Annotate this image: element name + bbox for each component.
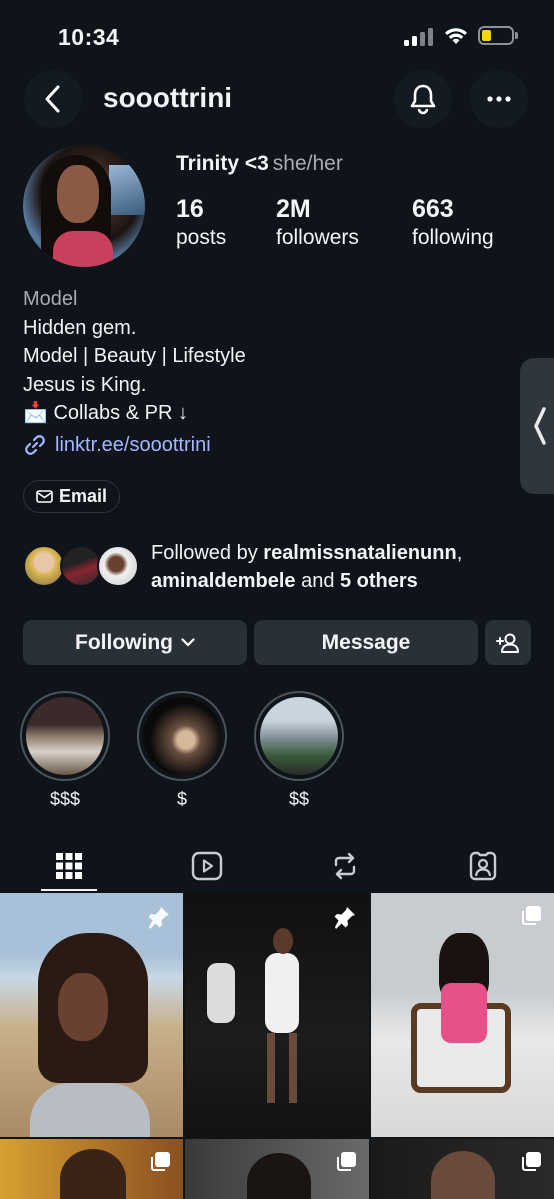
multiple-images-icon	[337, 1152, 356, 1171]
more-horizontal-icon	[487, 96, 511, 102]
profile-username: sooottrini	[103, 82, 233, 113]
profile-tab-bar	[0, 840, 554, 892]
following-count[interactable]: 663 following	[412, 195, 494, 250]
followed-by-text: Followed by realmissnatalienunn, aminald…	[151, 539, 462, 595]
bell-icon	[410, 84, 436, 115]
post-thumbnail[interactable]	[185, 1139, 369, 1199]
highlight-cover	[143, 697, 221, 775]
followed-by-prefix: Followed by	[151, 542, 264, 564]
tab-tagged[interactable]	[414, 840, 552, 892]
mutual-follower-avatar[interactable]	[60, 545, 102, 587]
bio-line: Model | Beauty | Lifestyle	[23, 345, 246, 367]
add-person-icon	[496, 633, 519, 653]
post-thumbnail[interactable]	[0, 1139, 183, 1199]
posts-count-label: posts	[176, 226, 227, 249]
story-highlight[interactable]	[254, 691, 344, 781]
more-options-button[interactable]	[470, 70, 528, 128]
multiple-images-icon	[522, 906, 541, 925]
multiple-images-icon	[151, 1152, 170, 1171]
email-button-label: Email	[59, 486, 108, 506]
repost-icon	[334, 852, 356, 880]
posts-grid	[0, 893, 554, 1199]
tab-reposts[interactable]	[276, 840, 414, 892]
mutual-follower-avatar[interactable]	[97, 545, 139, 587]
post-thumbnail[interactable]	[371, 1139, 554, 1199]
followed-by-separator: ,	[456, 542, 463, 564]
tagged-person-icon	[469, 851, 497, 881]
multiple-images-icon	[522, 1152, 541, 1171]
following-count-label: following	[412, 226, 494, 249]
post-thumbnail[interactable]	[185, 893, 369, 1137]
suggested-people-button[interactable]	[485, 620, 531, 665]
side-panel-handle[interactable]	[520, 358, 554, 494]
envelope-emoji-icon: 📩	[23, 402, 48, 424]
chevron-down-icon	[181, 638, 195, 647]
followed-by-user-link[interactable]: aminaldembele	[151, 570, 296, 592]
pin-icon	[148, 907, 169, 929]
highlight-label: $$	[288, 789, 310, 809]
status-time: 10:34	[58, 24, 120, 50]
followed-by-others-link[interactable]: 5 others	[340, 570, 418, 592]
highlight-cover	[26, 697, 104, 775]
wifi-icon	[445, 28, 467, 44]
followers-count[interactable]: 2M followers	[276, 195, 359, 250]
cellular-signal-icon	[404, 28, 436, 46]
posts-count[interactable]: 16 posts	[176, 195, 226, 250]
chevron-left-icon	[45, 85, 60, 113]
bio-link[interactable]: linktr.ee/sooottrini	[23, 433, 211, 457]
highlight-label: $$$	[49, 789, 81, 809]
message-button[interactable]: Message	[254, 620, 478, 665]
bio-line: Hidden gem.	[23, 316, 137, 339]
reels-icon	[191, 851, 223, 881]
pronouns-text: she/her	[272, 152, 343, 175]
highlight-label: $	[176, 789, 187, 809]
profile-bio: Model Hidden gem. Model | Beauty | Lifes…	[23, 285, 246, 428]
tab-reels[interactable]	[138, 840, 276, 892]
bio-link-text: linktr.ee/sooottrini	[55, 433, 211, 456]
bio-line-collabs: 📩 Collabs & PR ↓	[23, 399, 246, 428]
followers-count-value: 2M	[276, 195, 311, 223]
mutual-follower-avatar[interactable]	[23, 545, 65, 587]
followed-by-and: and	[295, 570, 340, 592]
profile-category: Model	[23, 288, 78, 310]
back-button[interactable]	[24, 70, 82, 128]
post-thumbnail[interactable]	[371, 893, 554, 1137]
story-highlight[interactable]	[137, 691, 227, 781]
posts-count-value: 16	[176, 195, 204, 223]
post-thumbnail[interactable]	[0, 893, 183, 1137]
following-button[interactable]: Following	[23, 620, 247, 665]
link-icon	[25, 435, 45, 455]
message-button-label: Message	[321, 630, 411, 654]
profile-avatar[interactable]	[23, 145, 145, 267]
highlight-cover	[260, 697, 338, 775]
mail-icon	[36, 490, 53, 503]
followed-by-user-link[interactable]: realmissnatalienunn	[263, 542, 456, 564]
full-name-text: Trinity <3	[176, 152, 269, 175]
collabs-text: Collabs & PR ↓	[53, 402, 188, 424]
email-button[interactable]: Email	[23, 480, 121, 513]
tab-posts-grid[interactable]	[0, 840, 138, 892]
chevron-left-icon	[534, 407, 546, 445]
bio-line: Jesus is King.	[23, 373, 147, 396]
active-tab-indicator	[41, 889, 97, 891]
story-highlight[interactable]	[20, 691, 110, 781]
notifications-button[interactable]	[394, 70, 452, 128]
following-count-value: 663	[412, 195, 454, 223]
profile-full-name: Trinity <3 she/her	[176, 152, 343, 176]
grid-icon	[56, 853, 82, 879]
battery-icon	[478, 26, 518, 45]
followers-count-label: followers	[276, 226, 359, 249]
following-button-label: Following	[75, 630, 173, 654]
pin-icon	[334, 907, 355, 929]
